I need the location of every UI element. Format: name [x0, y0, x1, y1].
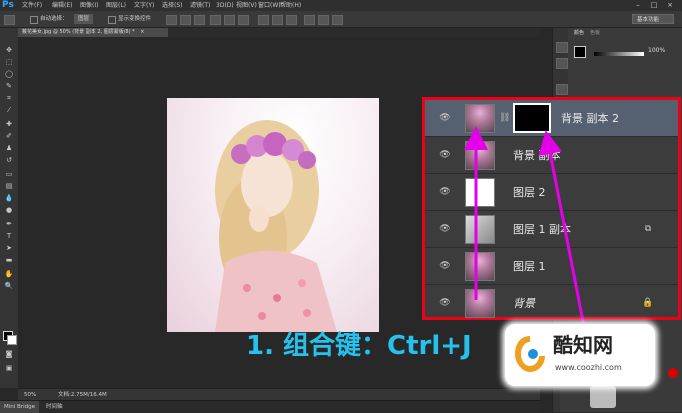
watermark-url: www.coozhi.com	[555, 363, 622, 372]
coozhi-logo-icon	[515, 336, 545, 372]
recording-indicator	[668, 368, 678, 378]
watermark: 酷知网 www.coozhi.com	[505, 324, 655, 386]
watermark-title: 酷知网	[553, 333, 613, 357]
shortcut-annotation: 1. 组合键：Ctrl+J	[246, 331, 472, 361]
